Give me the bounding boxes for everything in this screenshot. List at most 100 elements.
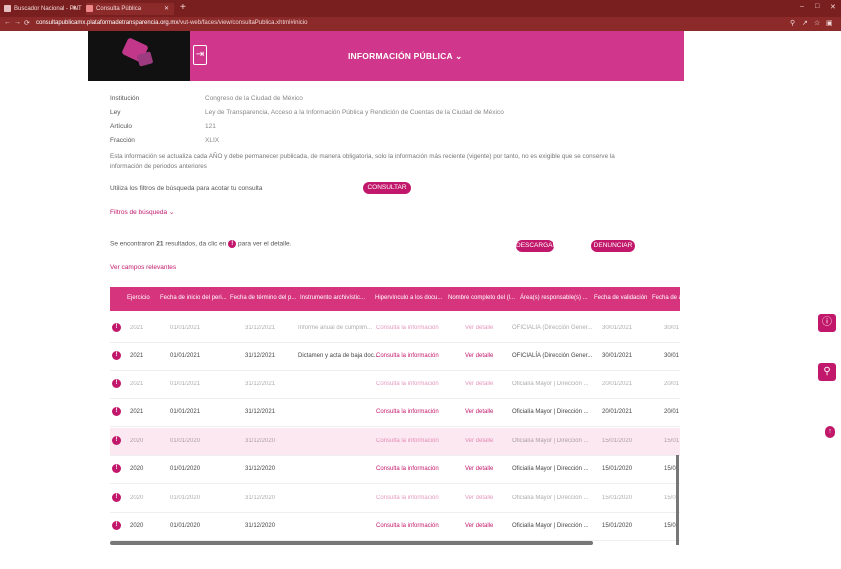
fraccion-value: XLIX bbox=[205, 137, 220, 144]
cell-ejercicio: 2020 bbox=[130, 466, 144, 472]
ver-detalle-link[interactable]: Ver detalle bbox=[465, 409, 493, 415]
th-fecha-termino[interactable]: Fecha de término del p... bbox=[230, 295, 296, 301]
cell-instrumento: Dictamen y acta de baja doc... bbox=[298, 353, 379, 359]
table-row[interactable]: ! 2020 01/01/2020 31/12/2020 Consulta la inf… bbox=[110, 428, 680, 456]
search-side-button[interactable]: ⚲ bbox=[818, 363, 836, 381]
cell-ejercicio: 2020 bbox=[130, 523, 144, 529]
th-fecha-actualizacion[interactable]: Fecha de a bbox=[652, 295, 682, 301]
table-row[interactable]: ! 2021 01/01/2021 31/12/2021 Informe anual d… bbox=[110, 315, 680, 343]
ver-detalle-link[interactable]: Ver detalle bbox=[465, 495, 493, 501]
consulta-link[interactable]: Consulta la información bbox=[376, 523, 439, 529]
table-row[interactable]: ! 2021 01/01/2021 31/12/2021 Consulta la inf… bbox=[110, 399, 680, 427]
cell-fecha-validacion: 20/01/2021 bbox=[602, 381, 633, 387]
denunciar-button[interactable]: DENUNCIAR bbox=[591, 240, 635, 252]
scroll-top-button[interactable]: ↑ bbox=[825, 426, 835, 438]
cell-ejercicio: 2020 bbox=[130, 438, 144, 444]
th-fecha-validacion[interactable]: Fecha de validación bbox=[594, 295, 647, 301]
table-row[interactable]: ! 2021 01/01/2021 31/12/2021 Consulta la inf… bbox=[110, 371, 680, 399]
consulta-link[interactable]: Consulta la información bbox=[376, 325, 439, 331]
tab-favicon-icon bbox=[86, 5, 93, 12]
th-nombre[interactable]: Nombre completo del (l... bbox=[448, 295, 515, 301]
cell-fecha-inicio: 01/01/2021 bbox=[170, 381, 201, 387]
cell-area: Oficialía Mayor | Dirección ... bbox=[512, 381, 589, 387]
reload-icon[interactable]: ⟳ bbox=[24, 19, 30, 27]
consulta-link[interactable]: Consulta la información bbox=[376, 353, 439, 359]
alert-icon[interactable]: ! bbox=[112, 407, 121, 416]
ver-detalle-link[interactable]: Ver detalle bbox=[465, 466, 493, 472]
tab-consulta[interactable]: Consulta Pública bbox=[86, 3, 174, 15]
fraccion-label: Fracción bbox=[110, 137, 135, 144]
cell-fecha-actualizacion: 30/01 bbox=[664, 353, 680, 359]
alert-icon[interactable]: ! bbox=[112, 379, 121, 388]
cell-fecha-termino: 31/12/2021 bbox=[245, 325, 276, 331]
th-instrumento[interactable]: Instrumento archivístic... bbox=[300, 295, 365, 301]
th-area[interactable]: Área(s) responsable(s) ... bbox=[520, 295, 588, 301]
alert-icon[interactable]: ! bbox=[112, 351, 121, 360]
filter-prompt: Utiliza los filtros de búsqueda para aco… bbox=[110, 185, 263, 192]
alert-icon[interactable]: ! bbox=[112, 323, 121, 332]
cell-fecha-termino: 31/12/2020 bbox=[245, 495, 276, 501]
th-ejercicio[interactable]: Ejercicio bbox=[127, 295, 150, 301]
cell-fecha-termino: 31/12/2021 bbox=[245, 409, 276, 415]
table-row[interactable]: ! 2021 01/01/2021 31/12/2021 Dictamen y acta… bbox=[110, 343, 680, 371]
ver-campos-link[interactable]: Ver campos relevantes bbox=[110, 264, 176, 271]
table-row[interactable]: ! 2020 01/01/2020 31/12/2020 Consulta la inf… bbox=[110, 456, 680, 484]
ver-detalle-link[interactable]: Ver detalle bbox=[465, 523, 493, 529]
cell-instrumento: Informe anual de cumplim... bbox=[298, 325, 373, 331]
header-banner: ⇥ INFORMACIÓN PÚBLICA ⌄ bbox=[88, 31, 684, 81]
ver-detalle-link[interactable]: Ver detalle bbox=[465, 325, 493, 331]
ley-value: Ley de Transparencia, Acceso a la Inform… bbox=[205, 109, 504, 116]
close-tab-icon[interactable]: ✕ bbox=[72, 3, 77, 15]
cell-area: Oficialía Mayor | Dirección ... bbox=[512, 466, 589, 472]
cell-fecha-validacion: 30/01/2021 bbox=[602, 353, 633, 359]
alert-icon[interactable]: ! bbox=[112, 464, 121, 473]
alert-icon[interactable]: ! bbox=[112, 436, 121, 445]
th-fecha-inicio[interactable]: Fecha de inicio del peri... bbox=[160, 295, 227, 301]
cell-fecha-actualizacion: 30/01 bbox=[664, 325, 680, 331]
th-hipervinculo[interactable]: Hipervínculo a los docu... bbox=[375, 295, 442, 301]
institucion-label: Institución bbox=[110, 95, 140, 102]
consulta-link[interactable]: Consulta la información bbox=[376, 381, 439, 387]
back-icon[interactable]: ← bbox=[4, 19, 11, 26]
extension-icon[interactable]: ▣ bbox=[826, 19, 834, 27]
info-publica-menu[interactable]: INFORMACIÓN PÚBLICA ⌄ bbox=[348, 51, 462, 62]
vertical-scrollbar[interactable] bbox=[676, 455, 679, 545]
star-icon[interactable]: ☆ bbox=[814, 19, 822, 27]
close-tab-icon[interactable]: ✕ bbox=[164, 3, 169, 15]
descargar-button[interactable]: DESCARGAR bbox=[516, 240, 557, 252]
alert-side-button[interactable]: ⓘ bbox=[818, 314, 836, 332]
url-field[interactable]: consultapublicamx.plataformadetransparen… bbox=[36, 20, 307, 26]
cell-fecha-termino: 31/12/2020 bbox=[245, 466, 276, 472]
close-window-icon[interactable]: ✕ bbox=[830, 3, 836, 11]
cell-area: OFICIALÍA (Dirección Gener... bbox=[512, 325, 593, 331]
search-icon[interactable]: ⚲ bbox=[790, 19, 798, 27]
horizontal-scrollbar[interactable] bbox=[110, 541, 593, 545]
filtros-toggle[interactable]: Filtros de búsqueda ⌄ bbox=[110, 208, 174, 216]
login-icon[interactable]: ⇥ bbox=[193, 45, 207, 65]
alert-icon[interactable]: ! bbox=[112, 493, 121, 502]
ver-detalle-link[interactable]: Ver detalle bbox=[465, 438, 493, 444]
new-tab-plus-icon[interactable]: + bbox=[180, 2, 186, 13]
cell-fecha-validacion: 15/01/2020 bbox=[602, 466, 633, 472]
maximize-icon[interactable]: □ bbox=[815, 3, 819, 10]
consulta-link[interactable]: Consulta la información bbox=[376, 438, 439, 444]
consultar-button[interactable]: CONSULTAR bbox=[363, 182, 411, 194]
consulta-link[interactable]: Consulta la información bbox=[376, 409, 439, 415]
alert-icon[interactable]: ! bbox=[112, 521, 121, 530]
consulta-link[interactable]: Consulta la información bbox=[376, 466, 439, 472]
ver-detalle-link[interactable]: Ver detalle bbox=[465, 381, 493, 387]
cell-fecha-actualizacion: 20/01 bbox=[664, 409, 680, 415]
ver-detalle-link[interactable]: Ver detalle bbox=[465, 353, 493, 359]
table-row[interactable]: ! 2020 01/01/2020 31/12/2020 Consulta la inf… bbox=[110, 513, 680, 541]
articulo-value: 121 bbox=[205, 123, 216, 130]
table-row[interactable]: ! 2020 01/01/2020 31/12/2020 Consulta la inf… bbox=[110, 485, 680, 513]
forward-icon[interactable]: → bbox=[14, 19, 21, 26]
cell-fecha-termino: 31/12/2020 bbox=[245, 438, 276, 444]
cell-fecha-inicio: 01/01/2021 bbox=[170, 353, 201, 359]
consulta-link[interactable]: Consulta la información bbox=[376, 495, 439, 501]
cell-area: Oficialía Mayor | Dirección ... bbox=[512, 438, 589, 444]
cell-fecha-validacion: 15/01/2020 bbox=[602, 438, 633, 444]
share-icon[interactable]: ↗ bbox=[802, 19, 810, 27]
cell-fecha-inicio: 01/01/2020 bbox=[170, 495, 201, 501]
minimize-icon[interactable]: – bbox=[800, 3, 804, 10]
